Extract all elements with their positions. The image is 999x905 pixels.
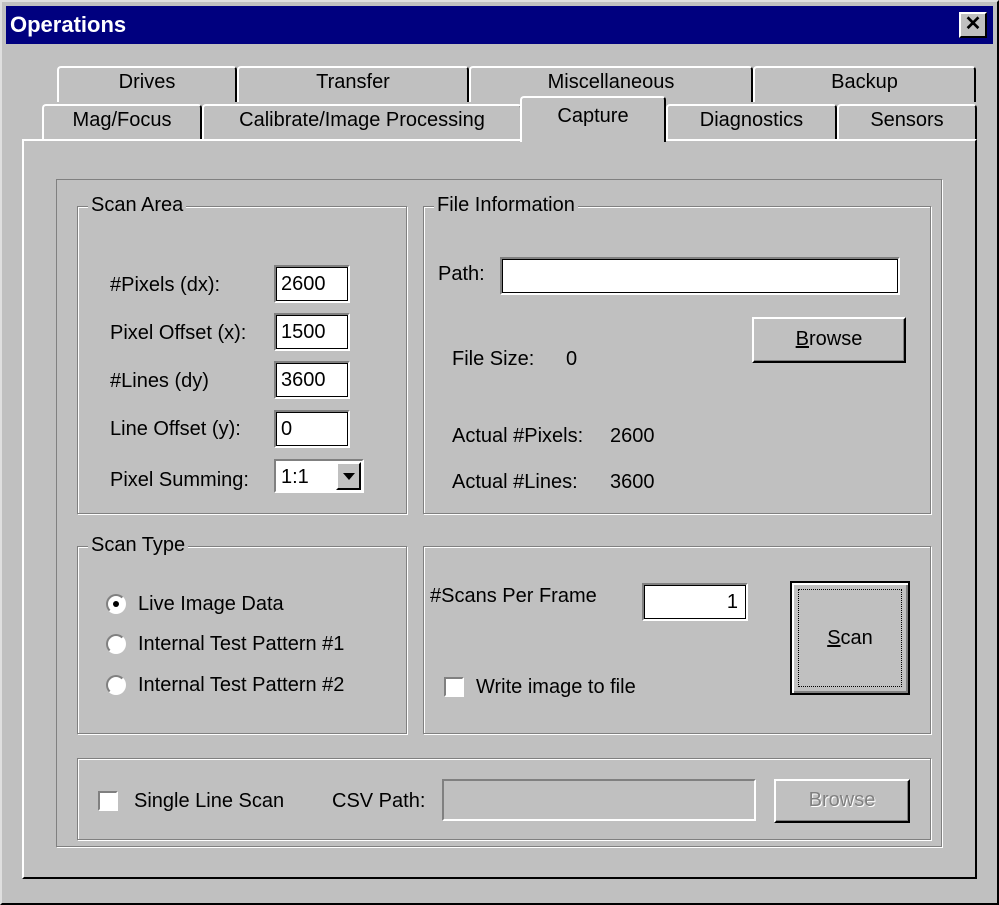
scan-button[interactable]: Scan (790, 581, 910, 695)
path-label: Path: (438, 263, 485, 285)
file-information-group: File Information Path: Browse File Size:… (423, 194, 931, 514)
close-icon: ✕ (964, 13, 982, 35)
live-image-data-label[interactable]: Live Image Data (138, 593, 284, 616)
radio-selected-dot (113, 601, 119, 607)
actual-pixels-label: Actual #Pixels: (452, 425, 584, 447)
csv-path-label: CSV Path: (332, 790, 426, 812)
pixel-offset-label: Pixel Offset (x): (110, 322, 247, 344)
file-size-value: 0 (566, 348, 578, 370)
single-line-scan-label[interactable]: Single Line Scan (134, 790, 284, 813)
scan-type-group: Scan Type Live Image Data Internal Test … (77, 534, 407, 734)
close-button[interactable]: ✕ (959, 12, 987, 38)
write-image-to-file-label[interactable]: Write image to file (476, 676, 636, 699)
path-input[interactable] (500, 257, 900, 295)
line-offset-input[interactable]: 0 (274, 410, 350, 448)
pixel-summing-value: 1:1 (281, 466, 309, 488)
tab-diagnostics[interactable]: Diagnostics (666, 104, 837, 142)
line-offset-label: Line Offset (y): (110, 418, 241, 440)
scan-area-group: Scan Area #Pixels (dx): 2600 Pixel Offse… (77, 194, 407, 514)
radio-internal-test-pattern-2[interactable] (106, 675, 126, 695)
actual-lines-value: 3600 (610, 471, 655, 493)
internal-test-pattern-1-label[interactable]: Internal Test Pattern #1 (138, 633, 344, 656)
chevron-down-icon (343, 473, 355, 480)
radio-internal-test-pattern-1[interactable] (106, 634, 126, 654)
radio-live-image-data[interactable] (106, 594, 126, 614)
pixels-input[interactable]: 2600 (274, 265, 350, 303)
tab-capture[interactable]: Capture (520, 96, 666, 142)
capture-frame: Scan Area #Pixels (dx): 2600 Pixel Offse… (56, 179, 942, 847)
lines-input[interactable]: 3600 (274, 361, 350, 399)
scan-area-legend: Scan Area (88, 194, 187, 217)
file-size-label: File Size: (452, 348, 535, 370)
single-line-scan-group: Single Line Scan CSV Path: Browse (77, 758, 931, 840)
browse-button[interactable]: Browse (752, 317, 906, 363)
csv-path-input[interactable] (442, 779, 756, 821)
scan-control-group: #Scans Per Frame 1 Write image to file S… (423, 546, 931, 734)
scans-per-frame-input[interactable]: 1 (642, 583, 748, 621)
write-image-to-file-checkbox[interactable] (444, 677, 464, 697)
actual-pixels-value: 2600 (610, 425, 655, 447)
lines-label: #Lines (dy) (110, 370, 209, 392)
csv-browse-button-label: Browse (808, 789, 876, 811)
window-title: Operations (10, 12, 127, 37)
pixel-summing-label: Pixel Summing: (110, 469, 249, 491)
tab-drives[interactable]: Drives (57, 66, 237, 102)
pixel-summing-dropdown-button[interactable] (336, 462, 361, 490)
scans-per-frame-label: #Scans Per Frame (430, 585, 597, 607)
pixels-label: #Pixels (dx): (110, 274, 221, 296)
pixel-summing-select[interactable]: 1:1 (274, 459, 364, 493)
pixel-offset-input[interactable]: 1500 (274, 313, 350, 351)
scan-button-focus: Scan (798, 589, 902, 687)
tab-mag-focus[interactable]: Mag/Focus (42, 104, 202, 142)
capture-panel: Scan Area #Pixels (dx): 2600 Pixel Offse… (22, 139, 977, 879)
scan-type-legend: Scan Type (88, 534, 189, 557)
title-bar[interactable]: Operations ✕ (6, 6, 993, 44)
file-information-legend: File Information (434, 194, 578, 217)
tab-sensors[interactable]: Sensors (837, 104, 977, 142)
actual-lines-label: Actual #Lines: (452, 471, 578, 493)
tab-calibrate-image-processing[interactable]: Calibrate/Image Processing (202, 104, 522, 142)
single-line-scan-checkbox[interactable] (98, 791, 118, 811)
scan-button-label: Scan (827, 627, 873, 649)
csv-browse-button[interactable]: Browse (774, 779, 910, 823)
browse-button-label: Browse (795, 328, 863, 350)
tab-transfer[interactable]: Transfer (237, 66, 469, 102)
tab-backup[interactable]: Backup (753, 66, 976, 102)
internal-test-pattern-2-label[interactable]: Internal Test Pattern #2 (138, 674, 344, 697)
